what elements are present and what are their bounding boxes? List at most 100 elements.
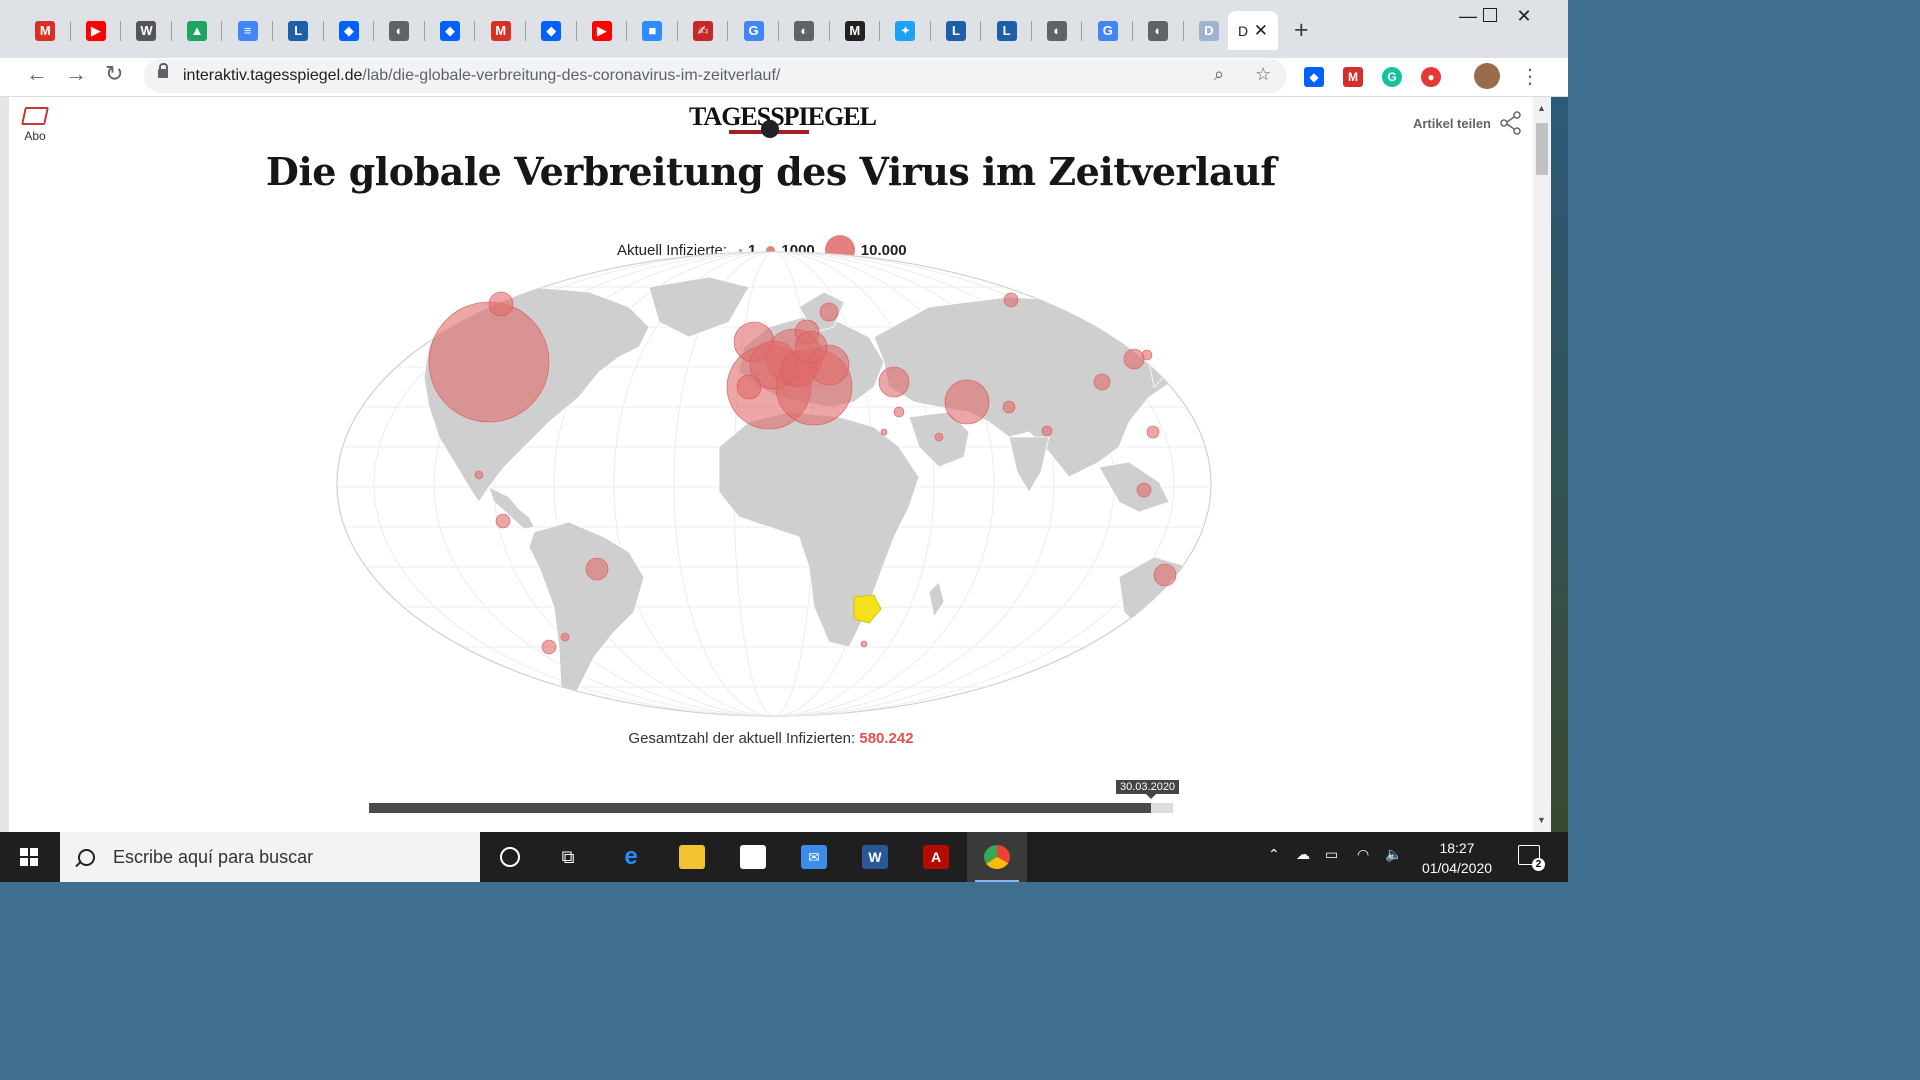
close-window-button[interactable]: ✕ <box>1501 6 1547 27</box>
share-button[interactable]: Artikel teilen <box>1413 111 1523 135</box>
globe-icon: ◐ <box>794 20 815 41</box>
tab-0[interactable]: M <box>20 11 71 50</box>
tab-7[interactable]: ◐ <box>374 11 425 50</box>
bubble-japan <box>1141 349 1153 361</box>
bubble-austria <box>794 330 828 364</box>
tab-10[interactable]: ◆ <box>526 11 577 50</box>
tab-8[interactable]: ◆ <box>425 11 476 50</box>
bubble-ecuador <box>495 513 511 529</box>
tab-21[interactable]: G <box>1082 11 1134 50</box>
globe-icon: ◐ <box>1047 20 1068 41</box>
tab-2[interactable]: W <box>121 11 172 50</box>
timeline-slider-fill <box>369 803 1152 813</box>
wifi-icon[interactable]: ◠ <box>1357 846 1369 863</box>
dropbox-icon: ◆ <box>440 20 461 41</box>
bubble-south-africa <box>860 640 868 648</box>
tab-active[interactable]: D ✕ <box>1228 11 1278 50</box>
bubble-turkey <box>878 366 910 398</box>
letter-d-icon: D <box>1198 20 1219 41</box>
close-icon[interactable]: ✕ <box>1254 21 1268 41</box>
scroll-up-icon[interactable]: ▲ <box>1537 103 1546 113</box>
task-view-button[interactable]: ⧉ <box>538 832 598 882</box>
volume-icon[interactable]: 🔈 <box>1385 846 1402 863</box>
dropbox-extension-icon[interactable]: ◆ <box>1304 67 1324 87</box>
tab-3[interactable]: ▲ <box>172 11 223 50</box>
new-tab-button[interactable]: + <box>1294 18 1309 43</box>
scrollbar-thumb[interactable] <box>1536 123 1548 175</box>
lastpass-extension-icon[interactable]: ● <box>1421 67 1441 87</box>
notification-count: 2 <box>1532 858 1545 871</box>
bookmark-star-icon[interactable]: ☆ <box>1255 64 1271 85</box>
tab-5[interactable]: L <box>273 11 324 50</box>
edge-button[interactable]: e <box>601 832 661 882</box>
tab-14[interactable]: G <box>728 11 779 50</box>
mail-button[interactable]: ✉ <box>784 832 844 882</box>
tab-16[interactable]: M <box>830 11 881 50</box>
book-icon <box>21 107 49 125</box>
back-button[interactable]: ← <box>26 61 48 87</box>
acrobat-button[interactable]: A <box>906 832 966 882</box>
tray-overflow-icon[interactable]: ⌃ <box>1268 846 1280 863</box>
cortana-icon <box>500 847 520 867</box>
tab-11[interactable]: ▶ <box>577 11 628 50</box>
letter-l-icon: L <box>288 20 309 41</box>
taskbar-search[interactable]: Escribe aquí para buscar <box>60 832 480 882</box>
url-text[interactable]: interaktiv.tagesspiegel.de/lab/die-globa… <box>183 67 780 85</box>
tagesspiegel-logo[interactable]: TAGESSPIEGEL <box>689 102 877 138</box>
world-map[interactable] <box>329 247 1219 722</box>
tab-23[interactable]: D <box>1184 11 1235 50</box>
store-button[interactable] <box>723 832 783 882</box>
youtube-icon: ▶ <box>85 20 106 41</box>
url-path: /lab/die-globale-verbreitung-des-coronav… <box>362 67 781 84</box>
scroll-down-icon[interactable]: ▼ <box>1537 815 1546 825</box>
profile-avatar[interactable] <box>1474 63 1500 89</box>
battery-icon[interactable]: ▭ <box>1325 846 1338 863</box>
letter-l-icon: L <box>945 20 966 41</box>
tab-20[interactable]: ◐ <box>1032 11 1083 50</box>
tab-17[interactable]: ✦ <box>880 11 931 50</box>
wikipedia-icon: W <box>136 20 157 41</box>
total-infected: Gesamtzahl der aktuell Infizierten: 580.… <box>9 730 1533 747</box>
chrome-button[interactable] <box>967 832 1027 882</box>
globe-icon <box>761 120 779 138</box>
tab-12[interactable]: ■ <box>627 11 678 50</box>
tab-18[interactable]: L <box>931 11 982 50</box>
page-scrollbar[interactable]: ▲ ▼ <box>1533 97 1551 832</box>
tab-13[interactable]: ✍ <box>678 11 729 50</box>
timeline-slider[interactable] <box>369 803 1173 813</box>
tab-22[interactable]: ◐ <box>1133 11 1184 50</box>
tab-6[interactable]: ◆ <box>324 11 375 50</box>
dropbox-icon: ◆ <box>541 20 562 41</box>
grammarly-extension-icon[interactable]: G <box>1382 67 1402 87</box>
file-explorer-button[interactable] <box>662 832 722 882</box>
clock-date: 01/04/2020 <box>1421 860 1493 876</box>
tab-4[interactable]: ≡ <box>222 11 273 50</box>
menu-icon[interactable]: ⋮ <box>1520 64 1540 89</box>
desktop-edge <box>1551 97 1568 832</box>
total-value: 580.242 <box>859 730 914 747</box>
tab-9[interactable]: M <box>475 11 526 50</box>
word-button[interactable]: W <box>845 832 905 882</box>
onedrive-icon[interactable]: ☁ <box>1296 846 1310 863</box>
start-button[interactable] <box>0 832 58 882</box>
tab-list: M ▶ W ▲ ≡ L ◆ ◐ ◆ M ◆ ▶ ■ ✍ G ◐ M ✦ L L ◐ G ◐ D <box>20 11 1235 50</box>
bubble-china <box>1093 373 1111 391</box>
notification-center-icon[interactable]: 2 <box>1518 845 1545 871</box>
reload-button[interactable]: ↻ <box>105 61 123 87</box>
tab-15[interactable]: ◐ <box>779 11 830 50</box>
taskbar-clock[interactable]: 18:27 01/04/2020 <box>1412 838 1502 878</box>
tab-19[interactable]: L <box>981 11 1032 50</box>
address-bar[interactable]: interaktiv.tagesspiegel.de/lab/die-globa… <box>144 59 1287 93</box>
cortana-button[interactable] <box>480 832 540 882</box>
dropbox-icon: ◆ <box>338 20 359 41</box>
tab-1[interactable]: ▶ <box>71 11 122 50</box>
abo-button[interactable]: Abo <box>21 107 49 143</box>
mendeley-extension-icon[interactable]: M <box>1343 67 1363 87</box>
edge-icon: e <box>624 843 638 870</box>
bubble-south-korea <box>1123 348 1145 370</box>
share-icon <box>1500 111 1521 135</box>
slider-date-tooltip: 30.03.2020 <box>1116 780 1180 799</box>
zoom-search-icon[interactable]: ⌕ <box>1214 64 1224 85</box>
chrome-icon <box>984 845 1010 869</box>
forward-button[interactable]: → <box>65 61 87 87</box>
